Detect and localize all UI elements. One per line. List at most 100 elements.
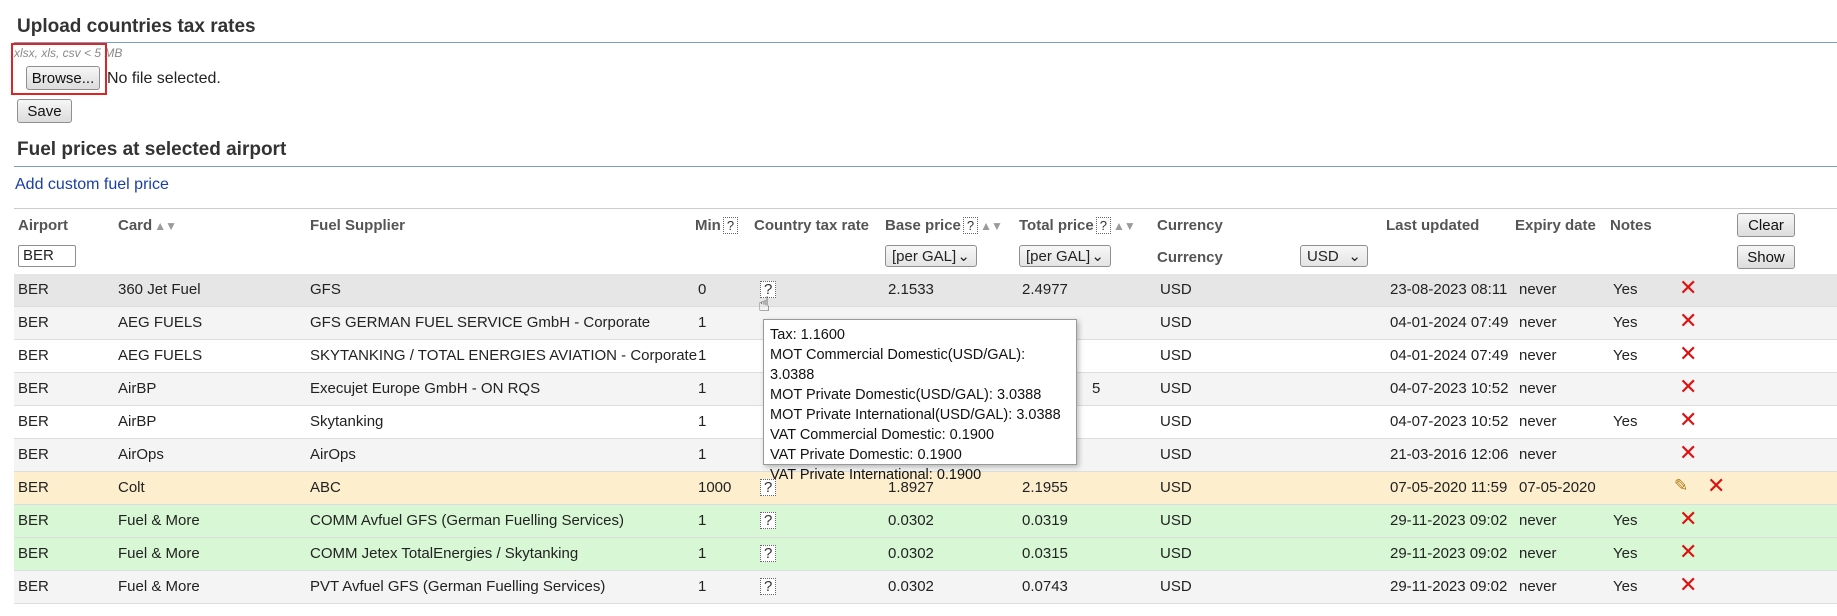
cell-supplier: COMM Jetex TotalEnergies / Skytanking [310,545,579,562]
col-header-base[interactable]: Base price? ▲▼ [885,217,1003,234]
cell-min: 1 [698,314,707,331]
clear-button[interactable]: Clear [1737,213,1795,237]
table-row[interactable]: BER 360 Jet Fuel GFS 0 ? 2.1533 2.4977 U… [14,274,1837,307]
cell-min: 1 [698,578,707,595]
help-icon[interactable]: ? [962,217,979,234]
col-header-notes: Notes [1610,217,1652,234]
airport-filter-input[interactable]: BER [18,245,76,267]
cell-base-price: 0.0302 [888,578,934,595]
help-icon[interactable]: ? [1095,217,1111,234]
cell-total-price: 0.0743 [1022,578,1068,595]
col-header-total-label: Total price [1019,217,1094,234]
cell-base-price: 0.0302 [888,512,934,529]
cell-min: 0 [698,281,707,298]
cell-expiry: never [1519,380,1557,397]
cell-min: 1 [698,545,707,562]
delete-icon[interactable]: ✕ [1679,574,1697,596]
cell-expiry: never [1519,578,1557,595]
cell-base-price: 2.1533 [888,281,934,298]
pencil-icon[interactable]: ✎ [1674,476,1688,496]
tax-help-icon[interactable]: ? [760,545,777,562]
cell-currency: USD [1160,281,1192,298]
cell-last-updated: 29-11-2023 09:02 [1390,578,1508,595]
currency-select-value: USD [1307,247,1339,265]
cell-expiry: never [1519,314,1557,331]
cell-min: 1 [698,347,707,364]
sort-arrows-icon[interactable]: ▲▼ [980,219,1003,233]
delete-icon[interactable]: ✕ [1707,475,1725,497]
delete-icon[interactable]: ✕ [1679,409,1697,431]
cell-last-updated: 29-11-2023 09:02 [1390,545,1508,562]
col-header-min-label: Min [695,217,721,234]
cell-min: 1 [698,380,707,397]
delete-icon[interactable]: ✕ [1679,508,1697,530]
help-icon[interactable]: ? [722,217,739,234]
cell-card: 360 Jet Fuel [118,281,201,298]
cell-total-price: 0.0319 [1022,512,1068,529]
delete-icon[interactable]: ✕ [1679,376,1697,398]
col-header-total[interactable]: Total price? ▲▼ [1019,217,1136,234]
cell-last-updated: 04-01-2024 07:49 [1390,347,1509,364]
browse-highlight-box [11,43,107,95]
cell-expiry: never [1519,446,1557,463]
upload-section-rule [14,42,1837,43]
tax-rate-tooltip: Tax: 1.1600 MOT Commercial Domestic(USD/… [763,319,1077,483]
cell-expiry: 07-05-2020 [1519,479,1596,496]
chevron-down-icon: ⌄ [1091,248,1104,265]
cell-last-updated: 07-05-2020 11:59 [1390,479,1508,496]
tax-help-icon[interactable]: ? [760,578,777,595]
cell-supplier: AirOps [310,446,356,463]
col-header-card[interactable]: Card ▲▼ [118,217,177,234]
col-header-tax: Country tax rate [754,217,870,234]
cell-card: AirBP [118,413,157,430]
delete-icon[interactable]: ✕ [1679,442,1697,464]
cell-notes: Yes [1613,413,1638,430]
total-unit-select[interactable]: [per GAL] ⌄ [1019,245,1111,267]
cell-supplier: Execujet Europe GmbH - ON RQS [310,380,541,397]
cell-last-updated: 04-07-2023 10:52 [1390,380,1509,397]
cell-last-updated: 04-01-2024 07:49 [1390,314,1509,331]
delete-icon[interactable]: ✕ [1679,277,1697,299]
cell-min: 1000 [698,479,732,496]
cell-currency: USD [1160,413,1192,430]
cell-min: 1 [698,413,707,430]
fuel-section-rule [14,166,1837,167]
save-button[interactable]: Save [17,99,72,123]
base-unit-select[interactable]: [per GAL] ⌄ [885,245,977,267]
tax-help-icon[interactable]: ? [760,512,777,529]
fuel-section-title: Fuel prices at selected airport [17,139,287,160]
delete-icon[interactable]: ✕ [1679,343,1697,365]
cell-supplier: PVT Avfuel GFS (German Fuelling Services… [310,578,606,595]
chevron-down-icon: ⌄ [957,248,970,265]
delete-icon[interactable]: ✕ [1679,541,1697,563]
currency-select[interactable]: USD ⌄ [1300,245,1368,267]
sort-arrows-icon[interactable]: ▲▼ [1113,219,1136,233]
table-row[interactable]: BER Fuel & More COMM Avfuel GFS (German … [14,505,1837,538]
cell-currency: USD [1160,545,1192,562]
chevron-down-icon: ⌄ [1348,248,1361,265]
col-header-last-updated: Last updated [1386,217,1480,234]
cell-currency: USD [1160,578,1192,595]
cell-last-updated: 23-08-2023 08:11 [1390,281,1508,298]
tooltip-line: MOT Private International(USD/GAL): 3.03… [770,407,1061,423]
table-row[interactable]: BER Fuel & More COMM Jetex TotalEnergies… [14,538,1837,571]
tooltip-line: MOT Commercial Domestic(USD/GAL): 3.0388 [770,347,1026,383]
col-header-supplier[interactable]: Fuel Supplier [310,217,405,234]
table-row[interactable]: BER Fuel & More PVT Avfuel GFS (German F… [14,571,1837,604]
cell-card: AEG FUELS [118,314,203,331]
tooltip-line: MOT Private Domestic(USD/GAL): 3.0388 [770,387,1042,403]
show-button[interactable]: Show [1737,245,1795,269]
tooltip-line: VAT Private International: 0.1900 [770,467,982,483]
col-header-min[interactable]: Min? [695,217,739,234]
delete-icon[interactable]: ✕ [1679,310,1697,332]
col-header-airport[interactable]: Airport [18,217,68,234]
cell-currency: USD [1160,512,1192,529]
cell-notes: Yes [1613,347,1638,364]
cell-card: AirOps [118,446,164,463]
add-custom-fuel-price-link[interactable]: Add custom fuel price [15,176,169,194]
cell-notes: Yes [1613,314,1638,331]
cell-airport: BER [18,281,49,298]
cell-supplier: SKYTANKING / TOTAL ENERGIES AVIATION - C… [310,347,698,364]
sort-arrows-icon[interactable]: ▲▼ [154,219,177,233]
col-header-expiry: Expiry date [1515,217,1596,234]
